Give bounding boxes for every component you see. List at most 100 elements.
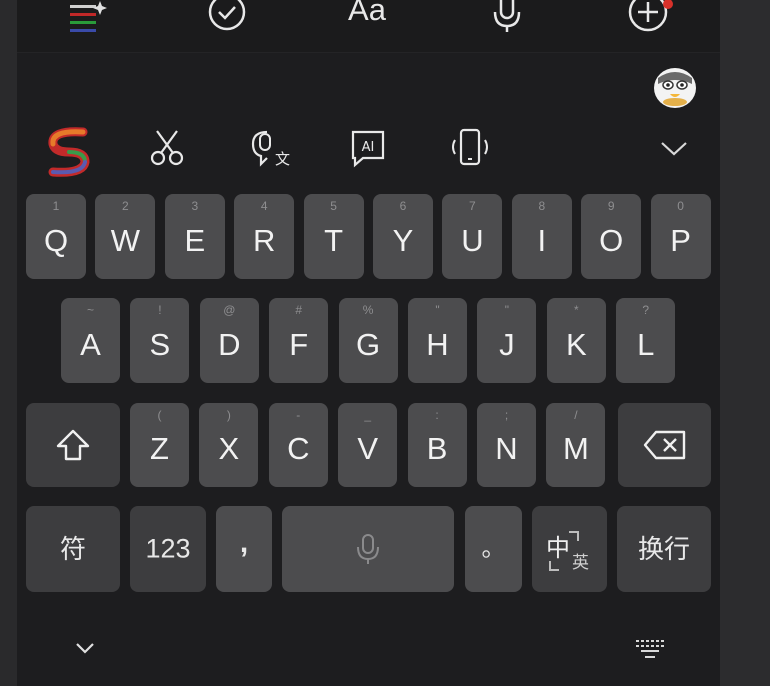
period-key[interactable]: 。 — [465, 506, 522, 592]
key-b[interactable]: :B — [407, 403, 467, 487]
key-letter: J — [499, 326, 515, 362]
key-letter: G — [356, 326, 381, 362]
keyboard-icon[interactable] — [633, 634, 669, 662]
add-circle-icon[interactable] — [622, 0, 676, 36]
key-sub-label: 3 — [191, 199, 199, 213]
numbers-key[interactable]: 123 — [130, 506, 206, 592]
menu-sparkle-icon[interactable] — [67, 0, 107, 38]
key-sub-label: _ — [364, 408, 372, 422]
key-sub-label: 9 — [607, 199, 615, 213]
key-sub-label: # — [295, 303, 303, 317]
key-letter: V — [357, 431, 379, 467]
key-n[interactable]: ; N — [477, 403, 536, 487]
chevron-down-icon[interactable] — [659, 136, 689, 160]
key-q[interactable]: 1Q — [26, 194, 86, 279]
key-g[interactable]: % G — [338, 298, 398, 383]
checkmark-circle-icon[interactable] — [205, 0, 249, 34]
scissors-icon[interactable] — [147, 128, 187, 168]
key-letter: W — [110, 222, 141, 258]
key-sub-label: @ — [223, 303, 236, 317]
key-w[interactable]: 2W — [95, 194, 156, 279]
key-letter: C — [287, 431, 310, 467]
key-letter: B — [426, 431, 448, 467]
key-sub-label: ~ — [86, 303, 94, 317]
key-letter: H — [426, 326, 449, 362]
key-k[interactable]: * K — [546, 298, 606, 383]
key-letter: Y — [392, 222, 414, 258]
ai-chat-icon[interactable]: AI — [349, 128, 389, 168]
backspace-key[interactable] — [618, 403, 711, 487]
side-strip — [720, 0, 770, 686]
svg-text:AI: AI — [362, 140, 375, 155]
key-letter: O — [599, 222, 624, 258]
key-s[interactable]: ! S — [130, 298, 190, 383]
language-switch-key[interactable]: 中 英 — [532, 506, 607, 592]
bracket-decoration — [549, 561, 559, 571]
bracket-decoration — [569, 531, 579, 541]
key-sub-label: " — [435, 303, 440, 317]
key-letter: M — [562, 431, 589, 467]
key-e[interactable]: 3E — [164, 194, 225, 279]
key-z[interactable]: (Z — [130, 403, 189, 487]
key-letter: T — [324, 222, 344, 258]
key-o[interactable]: 9O — [581, 194, 642, 279]
svg-text:文: 文 — [275, 150, 290, 168]
backspace-icon — [618, 403, 711, 487]
shift-key[interactable] — [26, 403, 120, 487]
chevron-down-icon[interactable] — [71, 636, 99, 660]
key-p[interactable]: 0P — [650, 194, 711, 279]
key-c[interactable]: -C — [268, 403, 328, 487]
sogou-logo-icon[interactable] — [43, 124, 95, 180]
key-letter: Z — [150, 431, 169, 467]
keyboard-panel: Aa 文 AI 1 Q 2 W 3 E 4 R 5 T 6 Y 7 U 8 I … — [17, 0, 720, 686]
key-sub-label: ) — [226, 408, 231, 422]
enter-key[interactable]: 换行 — [617, 506, 711, 592]
key-a[interactable]: ~ A — [61, 298, 120, 383]
microphone-icon — [282, 506, 454, 592]
key-h[interactable]: " H — [408, 298, 467, 383]
key-sub-label: 8 — [538, 199, 546, 213]
key-letter: A — [80, 326, 101, 362]
key-sub-label: 1 — [52, 199, 60, 213]
key-letter: F — [289, 326, 309, 362]
key-r[interactable]: 4R — [234, 194, 295, 279]
key-u[interactable]: 7U — [442, 194, 503, 279]
key-sub-label: % — [362, 303, 374, 317]
key-j[interactable]: " J — [477, 298, 537, 383]
key-d[interactable]: @ D — [199, 298, 259, 383]
key-sub-label: 6 — [399, 199, 407, 213]
key-sub-label: ! — [158, 303, 162, 317]
key-letter: E — [184, 222, 206, 258]
top-toolbar: Aa — [17, 0, 720, 53]
key-sub-label: ( — [157, 408, 162, 422]
key-letter: S — [149, 326, 171, 362]
key-letter: R — [252, 222, 276, 258]
key-sub-label: 4 — [260, 199, 268, 213]
mascot-avatar-icon[interactable] — [651, 64, 699, 110]
key-letter: L — [637, 326, 655, 362]
key-t[interactable]: 5T — [303, 194, 364, 279]
key-m[interactable]: / M — [546, 403, 606, 487]
shift-arrow-icon — [26, 403, 120, 487]
key-sub-label: 5 — [330, 199, 337, 213]
font-aa-icon[interactable]: Aa — [339, 0, 395, 32]
phone-shake-icon[interactable] — [449, 126, 491, 170]
microphone-icon[interactable] — [489, 0, 525, 34]
key-sub-label: 7 — [469, 199, 476, 213]
space-key[interactable] — [282, 506, 454, 592]
key-x[interactable]: ) X — [199, 403, 259, 487]
key-letter: D — [218, 326, 241, 362]
key-letter: U — [461, 222, 484, 258]
key-l[interactable]: ? L — [616, 298, 676, 383]
key-letter: X — [218, 431, 240, 467]
comma-key[interactable]: , — [216, 506, 272, 592]
key-f[interactable]: # F — [269, 298, 329, 383]
symbols-key[interactable]: 符 — [26, 506, 120, 592]
key-y[interactable]: 6Y — [373, 194, 433, 279]
key-letter: I — [537, 222, 547, 258]
key-sub-label: 2 — [122, 199, 129, 213]
voice-translate-icon[interactable]: 文 — [247, 126, 293, 170]
key-sub-label: / — [574, 408, 578, 422]
key-i[interactable]: 8I — [511, 194, 572, 279]
key-v[interactable]: _ V — [338, 403, 398, 487]
